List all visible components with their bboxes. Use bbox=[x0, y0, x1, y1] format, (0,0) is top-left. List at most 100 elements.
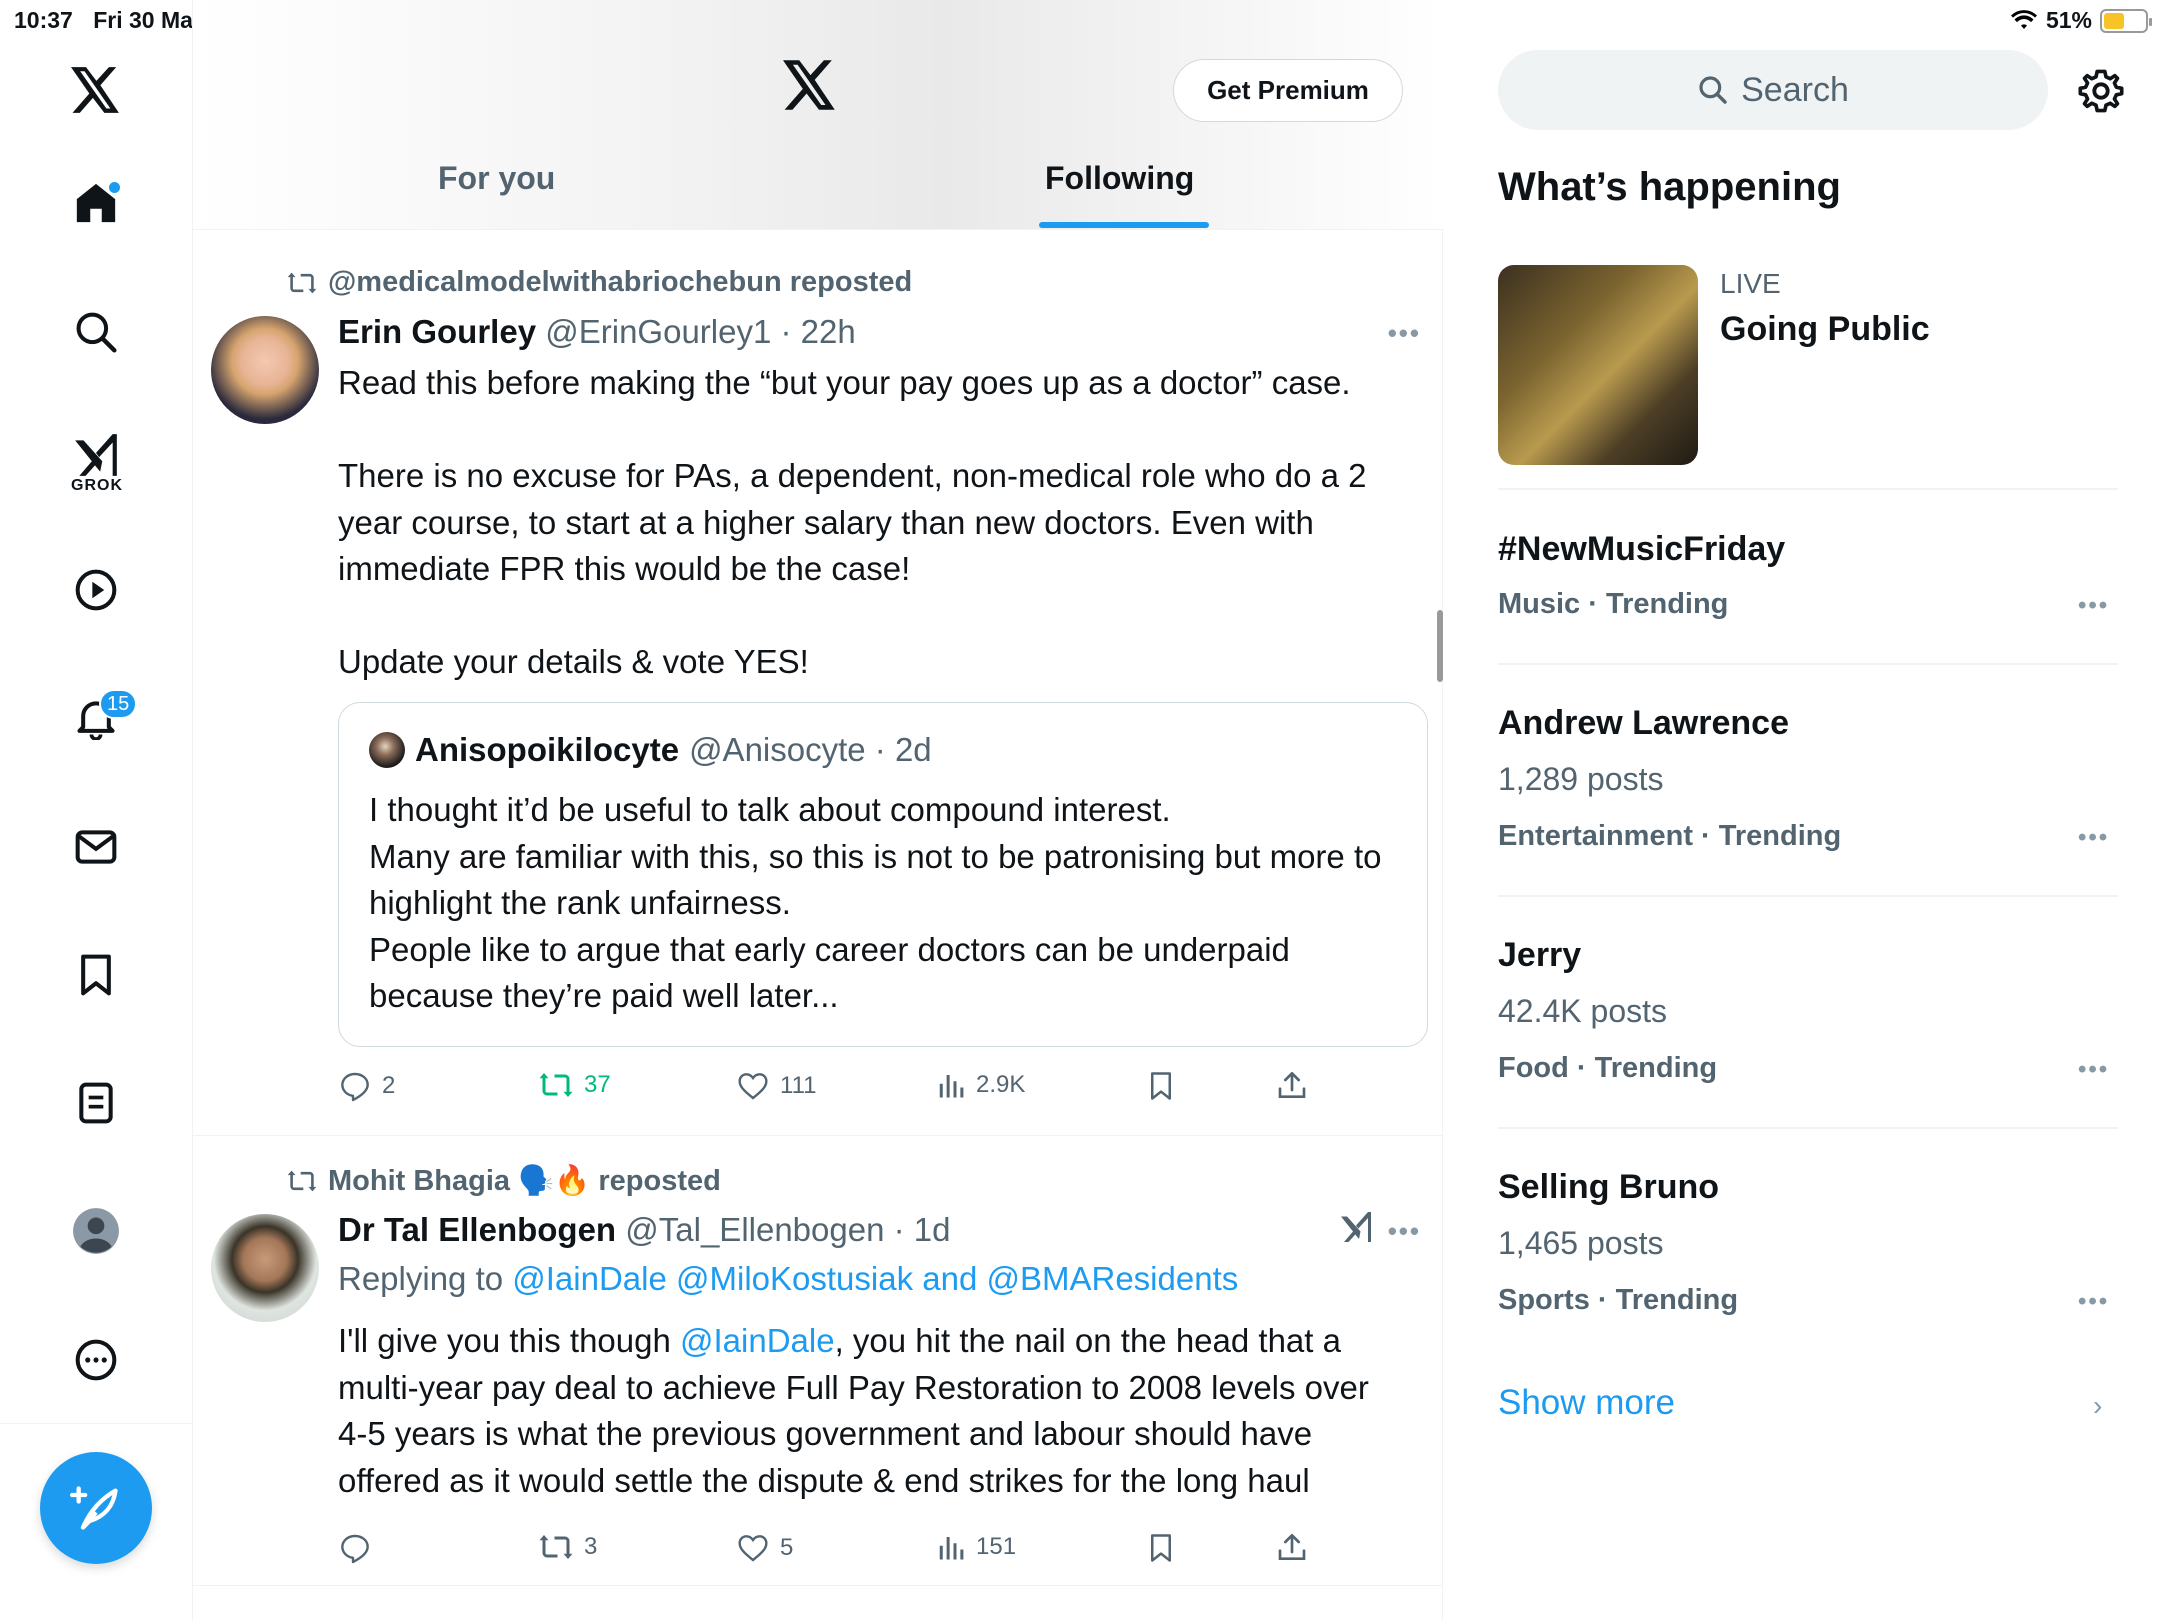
show-more-link[interactable]: Show more bbox=[1498, 1383, 1675, 1423]
author-avatar[interactable] bbox=[211, 316, 319, 424]
replying-to-mentions[interactable]: @IainDale @MiloKostusiak and @BMAResiden… bbox=[512, 1260, 1238, 1297]
tweet-actions: 2 37 111 2.9K bbox=[338, 1070, 1338, 1110]
views-button[interactable]: 151 bbox=[936, 1532, 1016, 1562]
rail-divider bbox=[0, 1423, 193, 1424]
divider bbox=[1498, 663, 2118, 665]
view-count: 2.9K bbox=[976, 1071, 1026, 1098]
tweet-more-icon[interactable]: ••• bbox=[1388, 318, 1421, 349]
video-icon[interactable] bbox=[61, 555, 131, 625]
views-chart-icon bbox=[939, 1075, 964, 1098]
tweet[interactable]: Mohit Bhagia 🗣️🔥 reposted Dr Tal Ellenbo… bbox=[193, 1136, 1443, 1586]
trend-meta: Sports · Trending bbox=[1498, 1284, 1739, 1316]
more-options-icon[interactable] bbox=[61, 1325, 131, 1395]
heart-icon bbox=[738, 1073, 768, 1100]
quoted-avatar bbox=[369, 732, 405, 768]
trend-posts: 1,289 posts bbox=[1498, 761, 1664, 797]
tweet-text: I'll give you this though @IainDale, you… bbox=[338, 1318, 1398, 1504]
grok-explain-icon[interactable] bbox=[1338, 1210, 1374, 1249]
tab-for-you[interactable]: For you bbox=[438, 160, 555, 197]
live-event-thumbnail[interactable] bbox=[1498, 265, 1698, 465]
trend-posts: 1,465 posts bbox=[1498, 1225, 1664, 1261]
trend-more-icon[interactable]: ••• bbox=[2078, 824, 2109, 852]
like-button[interactable]: 111 bbox=[736, 1070, 816, 1102]
like-count: 111 bbox=[780, 1072, 817, 1099]
reply-button[interactable]: 2 bbox=[338, 1070, 395, 1102]
compose-post-button[interactable] bbox=[40, 1452, 152, 1564]
search-placeholder: Search bbox=[1741, 70, 1849, 109]
repost-button[interactable]: 37 bbox=[538, 1070, 611, 1100]
notifications-bell-icon[interactable]: 15 bbox=[61, 683, 138, 753]
repost-small-icon bbox=[287, 272, 317, 293]
home-icon[interactable] bbox=[61, 168, 131, 238]
quoted-author-handle: @Anisocyte · 2d bbox=[689, 731, 932, 768]
trend-title[interactable]: Jerry bbox=[1498, 936, 1581, 975]
views-button[interactable]: 2.9K bbox=[936, 1070, 1025, 1100]
trend-meta: Food · Trending bbox=[1498, 1052, 1718, 1084]
replying-to-prefix: Replying to bbox=[338, 1260, 513, 1297]
repost-count: 3 bbox=[584, 1533, 598, 1560]
timeline-header: Get Premium For you Following bbox=[193, 0, 1443, 230]
author-name[interactable]: Dr Tal Ellenbogen bbox=[338, 1211, 616, 1248]
repost-indicator: Mohit Bhagia 🗣️🔥 reposted bbox=[286, 1164, 721, 1198]
author-line: Dr Tal Ellenbogen @Tal_Ellenbogen · 1d bbox=[338, 1211, 950, 1249]
trend-more-icon[interactable]: ••• bbox=[2078, 592, 2109, 620]
divider bbox=[1498, 895, 2118, 897]
compose-feather-icon bbox=[70, 1486, 118, 1530]
reply-icon bbox=[341, 1072, 369, 1102]
repost-indicator: @medicalmodelwithabriochebun reposted bbox=[286, 266, 912, 299]
divider bbox=[1498, 1127, 2118, 1129]
right-sidebar: Search What’s happening LIVE Going Publi… bbox=[1443, 0, 2160, 1620]
profile-avatar-icon[interactable] bbox=[61, 1196, 131, 1266]
tweet[interactable]: @medicalmodelwithabriochebun reposted Er… bbox=[193, 238, 1443, 1136]
repost-icon bbox=[539, 1535, 573, 1559]
x-logo-header-icon[interactable] bbox=[783, 60, 837, 115]
search-input[interactable]: Search bbox=[1498, 50, 2048, 130]
share-icon bbox=[1278, 1072, 1306, 1098]
tab-following[interactable]: Following bbox=[1045, 160, 1194, 197]
bookmark-button[interactable] bbox=[1146, 1070, 1176, 1102]
settings-gear-icon[interactable] bbox=[2078, 68, 2124, 119]
bookmark-button[interactable] bbox=[1146, 1532, 1176, 1564]
repost-by-text: Mohit Bhagia 🗣️🔥 reposted bbox=[328, 1165, 721, 1197]
tweet-more-icon[interactable]: ••• bbox=[1388, 1216, 1421, 1247]
share-button[interactable] bbox=[1276, 1070, 1308, 1102]
reply-count: 2 bbox=[382, 1072, 396, 1099]
repost-by-text: @medicalmodelwithabriochebun reposted bbox=[328, 266, 913, 298]
repost-small-icon bbox=[287, 1170, 317, 1192]
search-nav-icon[interactable] bbox=[61, 297, 131, 367]
author-name[interactable]: Erin Gourley bbox=[338, 313, 536, 350]
mention-link[interactable]: @IainDale bbox=[680, 1322, 835, 1359]
reply-button[interactable] bbox=[338, 1532, 382, 1564]
like-button[interactable]: 5 bbox=[736, 1532, 793, 1564]
author-handle[interactable]: @ErinGourley1 · 22h bbox=[545, 313, 855, 350]
trend-more-icon[interactable]: ••• bbox=[2078, 1288, 2109, 1316]
author-handle[interactable]: @Tal_Ellenbogen · 1d bbox=[625, 1211, 950, 1248]
trend-title[interactable]: #NewMusicFriday bbox=[1498, 530, 1785, 569]
x-logo-icon[interactable] bbox=[61, 55, 131, 125]
share-button[interactable] bbox=[1276, 1532, 1308, 1564]
lists-icon[interactable] bbox=[61, 1068, 131, 1138]
bookmark-icon bbox=[1151, 1072, 1171, 1100]
trend-more-icon[interactable]: ••• bbox=[2078, 1056, 2109, 1084]
bookmarks-icon[interactable] bbox=[61, 940, 131, 1010]
live-event-title[interactable]: Going Public bbox=[1720, 310, 1930, 349]
divider bbox=[1498, 488, 2118, 490]
view-count: 151 bbox=[976, 1533, 1017, 1560]
timeline-column: Get Premium For you Following @medicalmo… bbox=[193, 0, 1443, 1620]
trend-meta: Entertainment · Trending bbox=[1498, 820, 1842, 852]
author-avatar[interactable] bbox=[211, 1214, 319, 1322]
repost-count: 37 bbox=[584, 1071, 611, 1098]
trend-title[interactable]: Selling Bruno bbox=[1498, 1168, 1719, 1207]
share-icon bbox=[1278, 1534, 1306, 1560]
repost-button[interactable]: 3 bbox=[538, 1532, 597, 1562]
unread-dot bbox=[109, 182, 120, 193]
messages-icon[interactable] bbox=[61, 812, 131, 882]
get-premium-button[interactable]: Get Premium bbox=[1173, 59, 1403, 122]
notifications-badge: 15 bbox=[99, 689, 138, 719]
left-rail: GROK 15 bbox=[0, 0, 193, 1620]
chevron-right-icon[interactable]: › bbox=[2093, 1390, 2102, 1422]
live-label: LIVE bbox=[1720, 268, 1781, 299]
like-count: 5 bbox=[780, 1534, 794, 1561]
trend-title[interactable]: Andrew Lawrence bbox=[1498, 704, 1789, 743]
quoted-tweet[interactable]: Anisopoikilocyte @Anisocyte · 2d I thoug… bbox=[338, 702, 1428, 1047]
